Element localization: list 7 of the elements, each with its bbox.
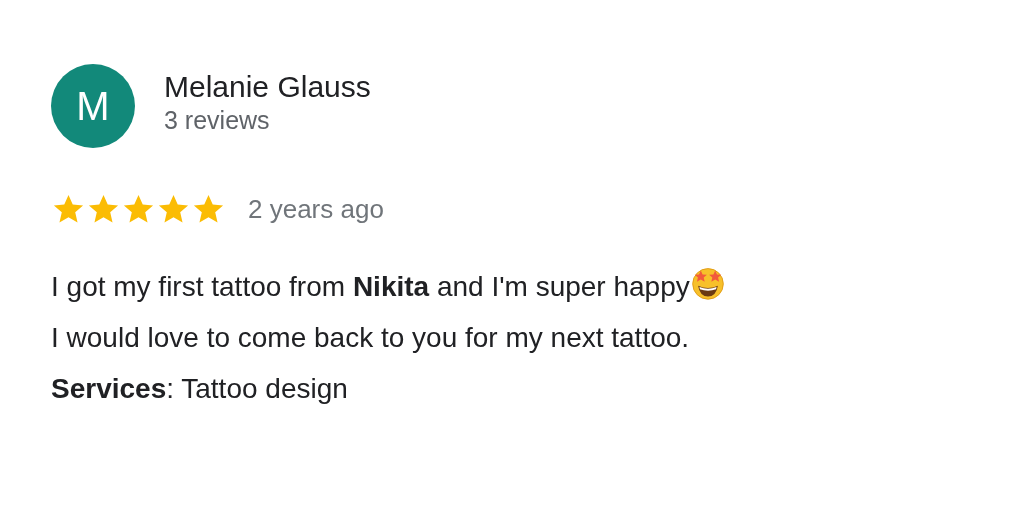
review-date: 2 years ago [248,194,384,225]
review-text: I got my first tattoo from Nikita and I'm super happy [51,270,690,304]
review-text: Services: Tattoo design [51,372,348,406]
reviewer-name: Melanie Glauss [164,69,371,104]
avatar: M [51,64,135,148]
review-text: I would love to come back to you for my next tattoo. [51,321,690,355]
review-count: 3 reviews [164,105,271,135]
